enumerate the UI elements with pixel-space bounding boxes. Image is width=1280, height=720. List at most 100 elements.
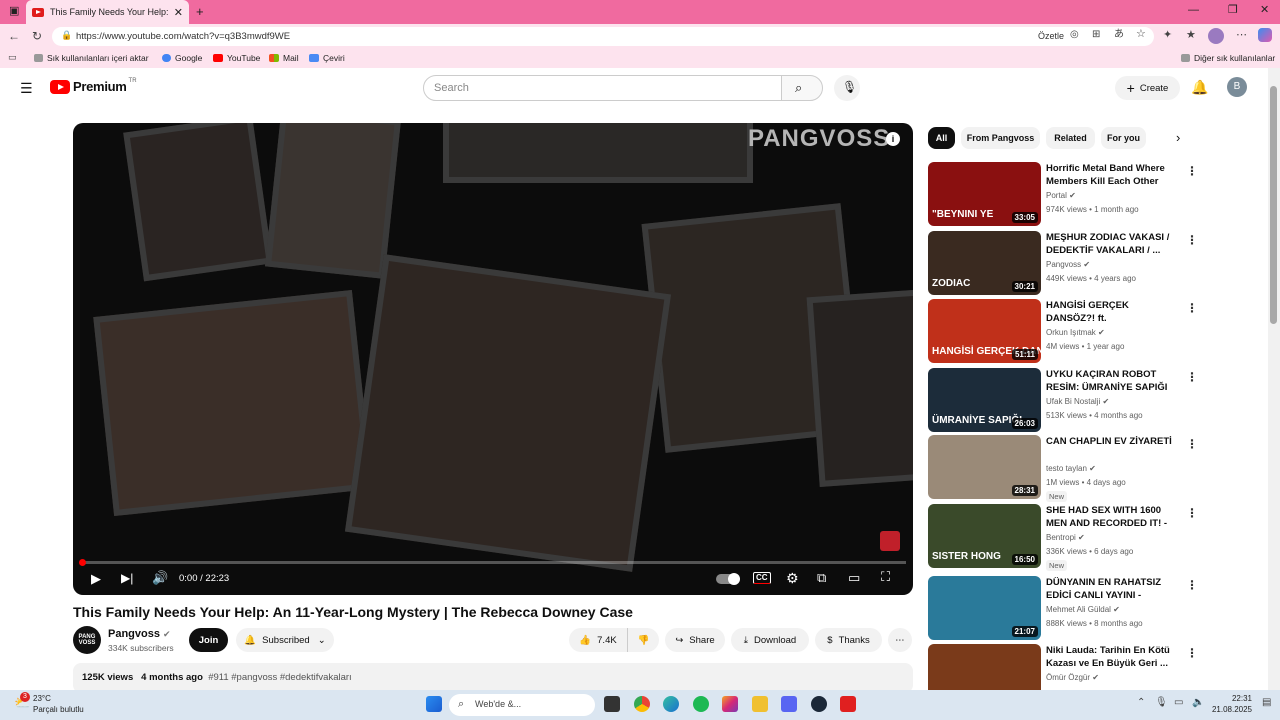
more-vertical-icon[interactable]: ⋮ bbox=[1186, 506, 1198, 520]
recommendation-channel[interactable]: Pangvoss ✔ bbox=[1046, 260, 1090, 269]
more-icon[interactable]: ⋯ bbox=[1236, 30, 1247, 41]
video-thumbnail[interactable]: 28:31 bbox=[928, 435, 1041, 499]
more-vertical-icon[interactable]: ⋮ bbox=[1186, 646, 1198, 660]
branding-watermark-icon[interactable] bbox=[880, 531, 900, 551]
more-vertical-icon[interactable]: ⋮ bbox=[1186, 301, 1198, 315]
steam-icon[interactable] bbox=[811, 696, 827, 712]
summarize-button[interactable]: Özetle bbox=[1038, 31, 1064, 41]
browser-tab[interactable]: This Family Needs Your Help: An ✕ bbox=[26, 0, 189, 24]
bookmark-youtube[interactable]: YouTube bbox=[213, 53, 260, 63]
recommendation-title[interactable]: SHE HAD SEX WITH 1600 MEN AND RECORDED I… bbox=[1046, 504, 1178, 530]
video-thumbnail[interactable]: SISTER HONG 16:50 bbox=[928, 504, 1041, 568]
recommendation-item[interactable]: "BEYNINI YE 33:05 Horrific Metal Band Wher… bbox=[928, 162, 1258, 226]
tray-chevron-icon[interactable]: ⌃ bbox=[1137, 698, 1145, 708]
chip-all[interactable]: All bbox=[928, 127, 955, 149]
close-tab-icon[interactable]: ✕ bbox=[174, 6, 183, 19]
read-aloud-icon[interactable]: ◎ bbox=[1070, 30, 1079, 40]
close-window-icon[interactable]: ✕ bbox=[1260, 5, 1269, 16]
video-thumbnail[interactable]: ZODIAC 30:21 bbox=[928, 231, 1041, 295]
other-bookmarks[interactable]: Diğer sık kullanılanlar bbox=[1181, 53, 1275, 63]
new-tab-icon[interactable]: + bbox=[196, 5, 204, 18]
taskbar-clock[interactable]: 22:31 21.08.2025 bbox=[1210, 693, 1252, 715]
chip-from-channel[interactable]: From Pangvoss bbox=[961, 127, 1040, 149]
menu-hamburger-icon[interactable]: ☰ bbox=[20, 81, 33, 95]
chrome-icon[interactable] bbox=[634, 696, 650, 712]
download-button[interactable]: ⤓ Download bbox=[731, 628, 809, 652]
recommendation-item[interactable]: 28:31 CAN CHAPLIN EV ZİYARETİ testo taylan… bbox=[928, 435, 1258, 502]
dislike-button[interactable]: 👎 bbox=[627, 628, 659, 652]
recommendation-channel[interactable]: Portal ✔ bbox=[1046, 191, 1076, 200]
recommendation-channel[interactable]: Ömür Özgür ✔ bbox=[1046, 673, 1099, 682]
captions-icon[interactable]: CC bbox=[753, 572, 771, 584]
voice-search-button[interactable]: 🎙 bbox=[834, 75, 860, 101]
recommendation-channel[interactable]: Mehmet Ali Güldal ✔ bbox=[1046, 605, 1120, 614]
info-icon[interactable]: i bbox=[886, 132, 900, 146]
apps-icon[interactable]: ⊞ bbox=[1092, 30, 1100, 40]
chip-for-you[interactable]: For you bbox=[1101, 127, 1146, 149]
more-vertical-icon[interactable]: ⋮ bbox=[1186, 233, 1198, 247]
theater-mode-icon[interactable]: ▭ bbox=[848, 571, 860, 584]
start-windows-icon[interactable] bbox=[426, 696, 442, 712]
notification-center-icon[interactable]: ▤ bbox=[1262, 698, 1271, 708]
progress-bar[interactable] bbox=[80, 561, 906, 564]
recommendation-title[interactable]: Niki Lauda: Tarihin En Kötü Kazası ve En… bbox=[1046, 644, 1178, 670]
recommendation-channel[interactable]: Ufak Bi Nostalji ✔ bbox=[1046, 397, 1109, 406]
more-vertical-icon[interactable]: ⋮ bbox=[1186, 437, 1198, 451]
more-vertical-icon[interactable]: ⋮ bbox=[1186, 370, 1198, 384]
spotify-icon[interactable] bbox=[693, 696, 709, 712]
back-icon[interactable]: ← bbox=[8, 30, 20, 42]
bookmark-mail[interactable]: Mail bbox=[269, 53, 299, 63]
url-field[interactable]: 🔒 https://www.youtube.com/watch?v=q3B3mw… bbox=[52, 27, 1154, 46]
recommendation-item[interactable]: HANGİSİ GERÇEK DANSÖZ51:11HANGİSİ GERÇEK… bbox=[928, 299, 1258, 363]
search-button[interactable]: ⌕ bbox=[781, 75, 823, 101]
recommendation-item[interactable]: SISTER HONG 16:50 SHE HAD SEX WITH 1600 ME… bbox=[928, 504, 1258, 571]
video-player[interactable] bbox=[73, 123, 913, 595]
favorite-star-icon[interactable]: ☆ bbox=[1136, 29, 1146, 40]
more-actions-button[interactable]: ⋯ bbox=[888, 628, 912, 652]
recommendation-item[interactable]: ÜMRANİYE SAPIĞI 26:03 UYKU KAÇIRAN ROBOT R… bbox=[928, 368, 1258, 432]
like-button[interactable]: 👍 7.4K bbox=[569, 628, 627, 652]
tray-microphone-icon[interactable]: 🎙 bbox=[1155, 698, 1168, 708]
volume-tray-icon[interactable]: 🔈 bbox=[1192, 698, 1204, 708]
settings-gear-icon[interactable]: ⚙ bbox=[786, 571, 799, 585]
refresh-icon[interactable]: ↻ bbox=[32, 30, 42, 42]
bookmark-import[interactable]: Sık kullanılanları içeri aktar bbox=[34, 53, 149, 63]
restore-icon[interactable]: ❐ bbox=[1228, 5, 1238, 16]
youtube-premium-logo[interactable]: Premium TR bbox=[50, 78, 137, 94]
bookmark-google[interactable]: Google bbox=[162, 53, 202, 63]
share-button[interactable]: ↪ Share bbox=[665, 628, 725, 652]
create-button[interactable]: + Create bbox=[1115, 76, 1180, 100]
subscribed-button[interactable]: 🔔 Subscribed ⌄ bbox=[236, 628, 334, 652]
weather-widget[interactable]: 23°C Parçalı bulutlu bbox=[33, 693, 84, 715]
recommendation-channel[interactable]: testo taylan ✔ bbox=[1046, 464, 1096, 473]
chevron-right-icon[interactable]: › bbox=[1176, 131, 1180, 144]
next-icon[interactable]: ▶| bbox=[121, 572, 133, 584]
recommendation-title[interactable]: Horrific Metal Band Where Members Kill E… bbox=[1046, 162, 1178, 188]
channel-name[interactable]: Pangvoss ✔ bbox=[108, 628, 171, 640]
favorites-icon[interactable]: ★ bbox=[1186, 30, 1196, 41]
recommendation-item[interactable]: ZODIAC 30:21 MEŞHUR ZODIAC VAKASI / DEDEKT… bbox=[928, 231, 1258, 295]
scrollbar-thumb[interactable] bbox=[1270, 86, 1277, 324]
instagram-icon[interactable] bbox=[722, 696, 738, 712]
video-thumbnail[interactable]: "BEYNINI YE 33:05 bbox=[928, 162, 1041, 226]
minimize-icon[interactable]: — bbox=[1188, 5, 1199, 16]
youtube-app-icon[interactable] bbox=[840, 696, 856, 712]
chip-related[interactable]: Related bbox=[1046, 127, 1095, 149]
taskbar-search[interactable]: ⌕ Web'de &... bbox=[449, 694, 595, 716]
recommendation-channel[interactable]: Bentropi ✔ bbox=[1046, 533, 1085, 542]
bookmark-translate[interactable]: Çeviri bbox=[309, 53, 345, 63]
extensions-icon[interactable]: ✦ bbox=[1163, 30, 1172, 41]
recommendation-title[interactable]: CAN CHAPLIN EV ZİYARETİ bbox=[1046, 435, 1178, 448]
edge-icon[interactable] bbox=[663, 696, 679, 712]
copilot-icon[interactable] bbox=[1258, 28, 1272, 42]
recommendation-item[interactable]: 21:07 DÜNYANIN EN RAHATSIZ EDİCİ CANLI YA… bbox=[928, 576, 1258, 640]
recommendation-title[interactable]: HANGİSİ GERÇEK DANSÖZ?! ft. @AyniSinemal… bbox=[1046, 299, 1178, 325]
channel-avatar[interactable]: PANG VOSS bbox=[73, 626, 101, 654]
progress-scrubber[interactable] bbox=[79, 559, 86, 566]
hashtags[interactable]: #911 #pangvoss #dedektifvakaları bbox=[208, 672, 351, 683]
account-avatar[interactable]: B bbox=[1227, 77, 1247, 97]
thanks-button[interactable]: $ Thanks bbox=[815, 628, 882, 652]
recommendation-channel[interactable]: Orkun Işıtmak ✔ bbox=[1046, 328, 1105, 337]
translate-icon[interactable]: あ bbox=[1114, 30, 1124, 40]
more-vertical-icon[interactable]: ⋮ bbox=[1186, 578, 1198, 592]
